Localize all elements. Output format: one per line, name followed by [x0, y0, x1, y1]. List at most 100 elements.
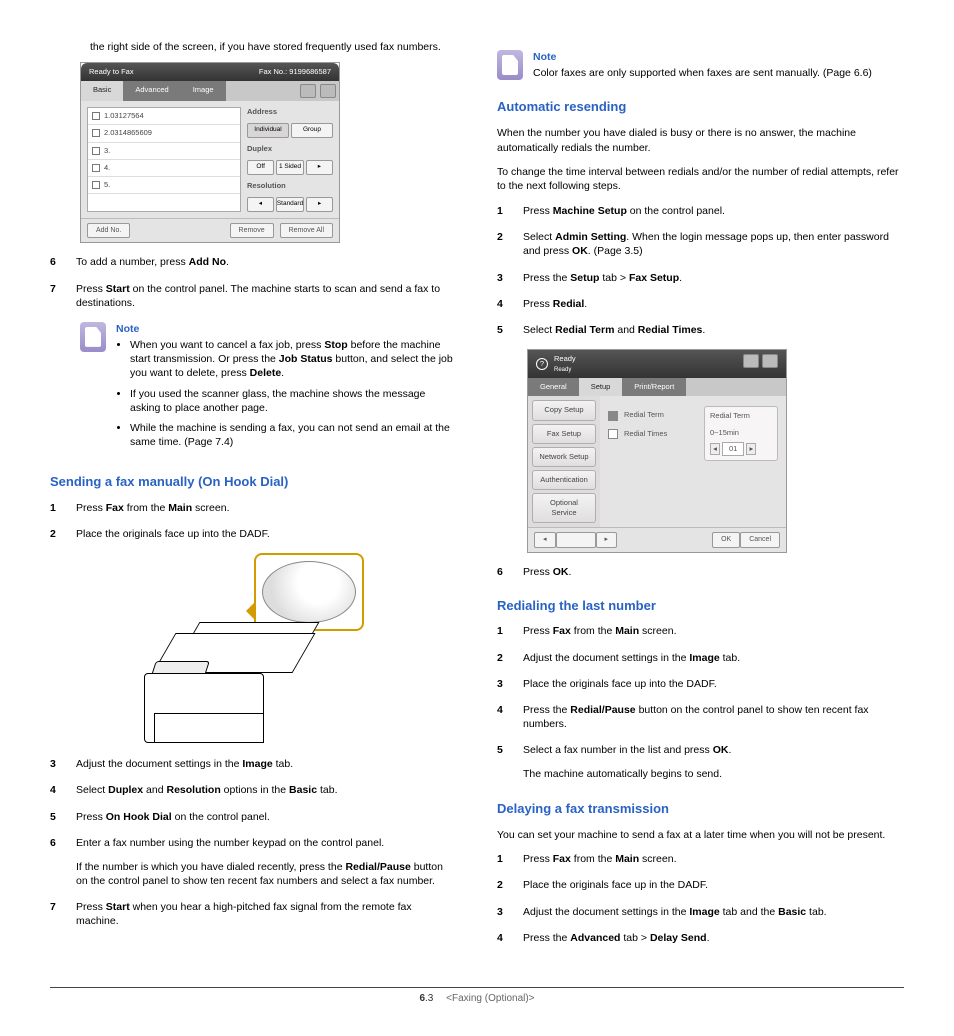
section-heading: Delaying a fax transmission — [497, 800, 904, 818]
remove-all-button[interactable]: Remove All — [280, 223, 333, 238]
step-7: Press Start on the control panel. The ma… — [76, 282, 457, 310]
number-list: 1.03127564 2.0314865609 3. 4. 5. — [87, 107, 241, 212]
checkbox-icon[interactable] — [608, 411, 618, 421]
individual-button[interactable]: Individual — [247, 123, 289, 138]
page-footer: 6.3 <Faxing (Optional)> — [50, 987, 904, 1006]
redial-times-item[interactable]: Redial Times — [624, 429, 667, 439]
tab-image[interactable]: Image — [181, 81, 226, 101]
auto-step-2: Select Admin Setting. When the login mes… — [523, 230, 904, 258]
ok-button[interactable]: OK — [712, 532, 740, 547]
note-item: If you used the scanner glass, the machi… — [130, 387, 457, 415]
printer-illustration — [144, 553, 364, 743]
note-item: While the machine is sending a fax, you … — [130, 421, 457, 449]
list-item[interactable]: 4. — [88, 160, 240, 177]
onhook-step-3: Adjust the document settings in the Imag… — [76, 757, 457, 771]
redial-step-1: Press Fax from the Main screen. — [523, 624, 904, 638]
delay-step-3: Adjust the document settings in the Imag… — [523, 905, 904, 919]
setting-icon[interactable] — [743, 354, 759, 368]
phone-icon — [92, 164, 100, 172]
tab-basic[interactable]: Basic — [81, 81, 123, 101]
ui1-title-right: Fax No.: 9199686587 — [259, 67, 331, 77]
section-heading: Automatic resending — [497, 98, 904, 116]
section-heading: Redialing the last number — [497, 597, 904, 615]
add-no-button[interactable]: Add No. — [87, 223, 130, 238]
auto-step-1: Press Machine Setup on the control panel… — [523, 204, 904, 218]
sidebar-network-setup[interactable]: Network Setup — [532, 447, 596, 467]
duplex-off-button[interactable]: Off — [247, 160, 274, 175]
right-column: Note Color faxes are only supported when… — [497, 40, 904, 957]
onhook-step-2: Place the originals face up into the DAD… — [76, 527, 457, 541]
note-item: When you want to cancel a fax job, press… — [130, 338, 457, 381]
chevron-left-icon[interactable]: ◂ — [534, 532, 556, 547]
redial-term-item[interactable]: Redial Term — [624, 410, 664, 420]
onhook-step-1: Press Fax from the Main screen. — [76, 501, 457, 515]
checkbox-icon[interactable] — [608, 429, 618, 439]
note-block: Note Color faxes are only supported when… — [497, 50, 904, 80]
redial-step-2: Adjust the document settings in the Imag… — [523, 651, 904, 665]
list-item[interactable]: 2.0314865609 — [88, 125, 240, 142]
duplex-label: Duplex — [247, 144, 333, 154]
redial-term-panel: Redial Term 0~15min ◂ 01 ▸ — [704, 406, 778, 460]
onhook-step-5: Press On Hook Dial on the control panel. — [76, 810, 457, 824]
address-label: Address — [247, 107, 333, 117]
tab-advanced[interactable]: Advanced — [123, 81, 180, 101]
note-text: Color faxes are only supported when faxe… — [533, 66, 872, 80]
page-indicator — [556, 532, 596, 547]
chevron-left-icon[interactable]: ◂ — [247, 197, 274, 212]
sidebar-optional-service[interactable]: Optional Service — [532, 493, 596, 523]
note-title: Note — [116, 322, 457, 336]
fax-basic-screenshot: Ready to Fax Fax No.: 9199686587 Basic A… — [80, 62, 340, 243]
page-columns: the right side of the screen, if you hav… — [50, 40, 904, 957]
next-icon[interactable] — [320, 84, 336, 98]
sidebar-authentication[interactable]: Authentication — [532, 470, 596, 490]
tab-print-report[interactable]: Print/Report — [622, 378, 686, 396]
paragraph: You can set your machine to send a fax a… — [497, 828, 904, 842]
note-block: Note When you want to cancel a fax job, … — [80, 322, 457, 455]
redial-step-3: Place the originals face up into the DAD… — [523, 677, 904, 691]
cancel-button[interactable]: Cancel — [740, 532, 780, 547]
step-6: To add a number, press Add No. — [76, 255, 457, 269]
sidebar-fax-setup[interactable]: Fax Setup — [532, 424, 596, 444]
onhook-step-6: Enter a fax number using the number keyp… — [76, 836, 457, 889]
admin-setup-screenshot: ?ReadyReady General Setup Print/Report C… — [527, 349, 787, 553]
redial-step-5: Select a fax number in the list and pres… — [523, 743, 904, 781]
chevron-right-icon[interactable]: ▸ — [746, 443, 756, 455]
close-icon[interactable] — [762, 354, 778, 368]
chevron-right-icon[interactable]: ▸ — [306, 197, 333, 212]
chevron-right-icon[interactable]: ▸ — [596, 532, 618, 547]
back-icon[interactable] — [300, 84, 316, 98]
auto-step-4: Press Redial. — [523, 297, 904, 311]
tab-general[interactable]: General — [528, 378, 579, 396]
onhook-step-4: Select Duplex and Resolution options in … — [76, 783, 457, 797]
section-heading: Sending a fax manually (On Hook Dial) — [50, 473, 457, 491]
paragraph: To change the time interval between redi… — [497, 165, 904, 193]
help-icon: ? — [536, 358, 548, 370]
list-item[interactable]: 1.03127564 — [88, 108, 240, 125]
auto-step-6: Press OK. — [523, 565, 904, 579]
phone-icon — [92, 112, 100, 120]
note-icon — [497, 50, 523, 80]
phone-icon — [92, 181, 100, 189]
remove-button[interactable]: Remove — [230, 223, 274, 238]
resolution-standard-button[interactable]: Standard — [276, 197, 304, 212]
tab-setup[interactable]: Setup — [579, 378, 623, 396]
group-button[interactable]: Group — [291, 123, 333, 138]
duplex-1sided-button[interactable]: 1 Sided — [276, 160, 303, 175]
paragraph: When the number you have dialed is busy … — [497, 126, 904, 154]
note-title: Note — [533, 50, 872, 64]
left-column: the right side of the screen, if you hav… — [50, 40, 457, 957]
auto-step-5: Select Redial Term and Redial Times. — [523, 323, 904, 337]
redial-term-value: 01 — [722, 442, 744, 456]
sidebar-copy-setup[interactable]: Copy Setup — [532, 400, 596, 420]
chevron-left-icon[interactable]: ◂ — [710, 443, 720, 455]
ui1-title-left: Ready to Fax — [89, 67, 134, 77]
chevron-right-icon[interactable]: ▸ — [306, 160, 333, 175]
redial-step-4: Press the Redial/Pause button on the con… — [523, 703, 904, 731]
list-item[interactable]: 3. — [88, 143, 240, 160]
list-item[interactable]: 5. — [88, 177, 240, 194]
phone-icon — [92, 129, 100, 137]
note-icon — [80, 322, 106, 352]
intro-fragment: the right side of the screen, if you hav… — [90, 40, 457, 54]
delay-step-2: Place the originals face up in the DADF. — [523, 878, 904, 892]
delay-step-4: Press the Advanced tab > Delay Send. — [523, 931, 904, 945]
